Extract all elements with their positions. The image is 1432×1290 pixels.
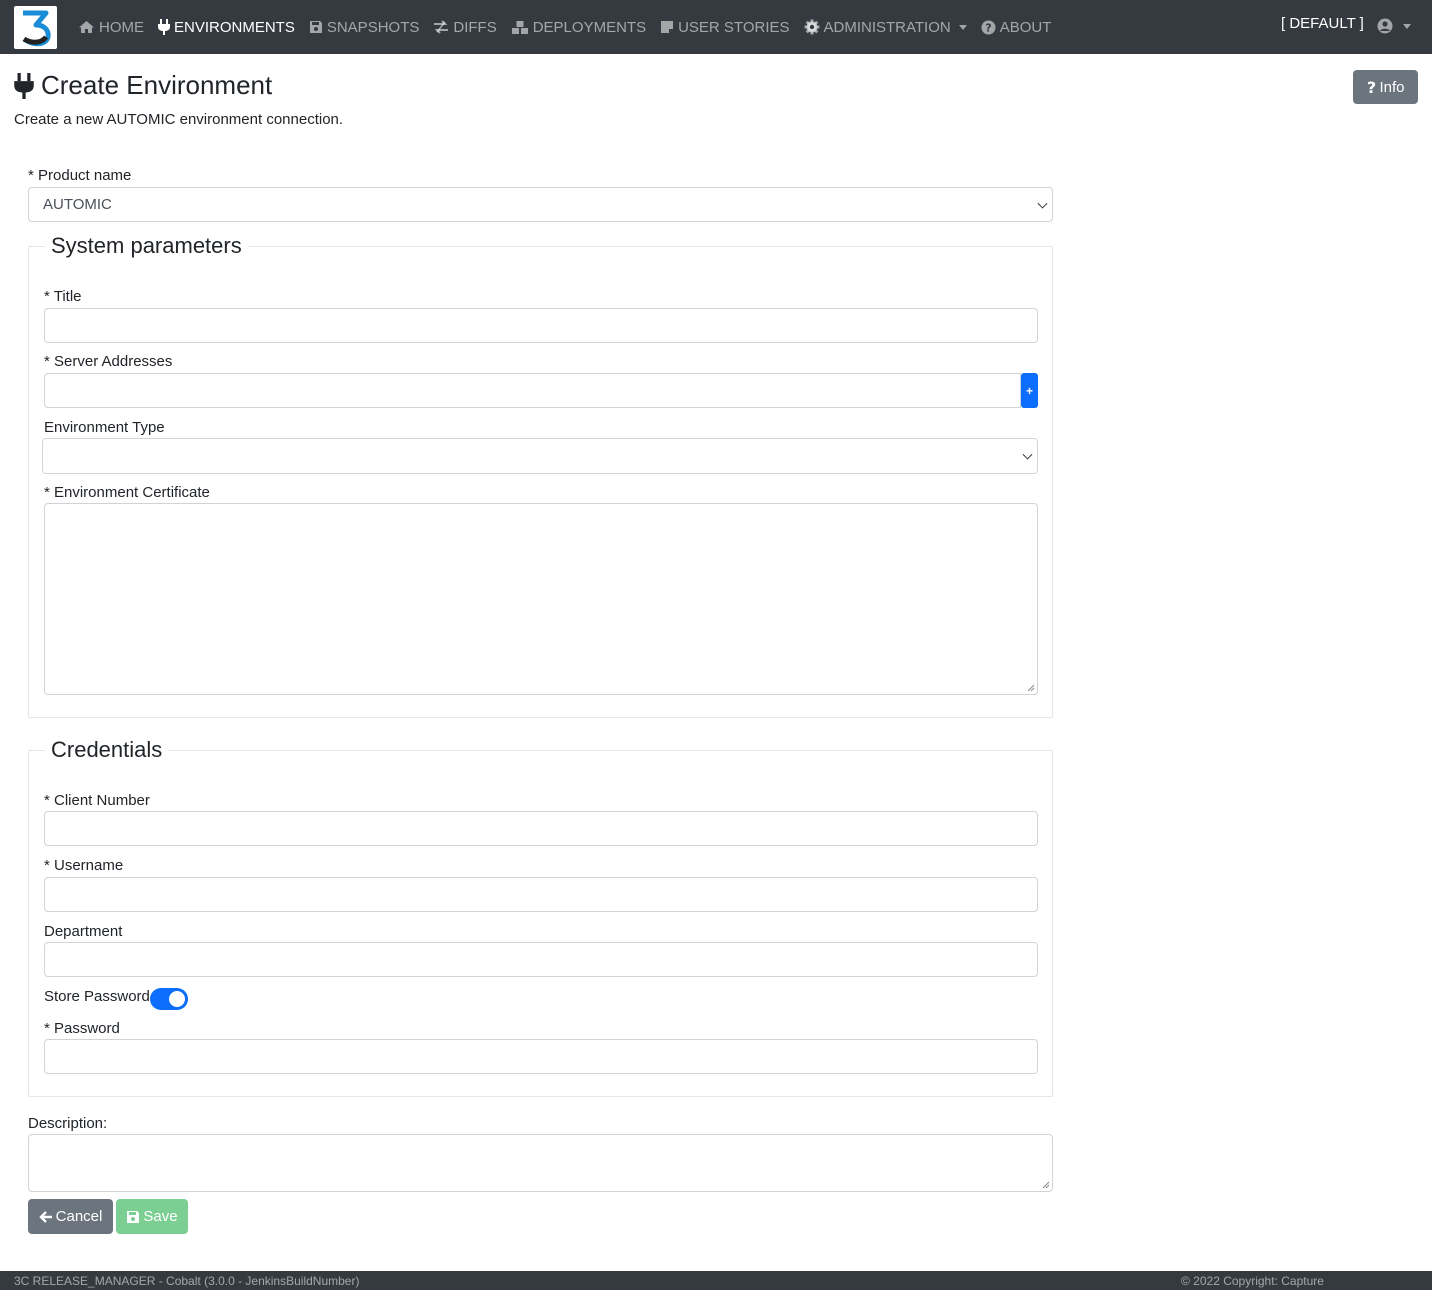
footer: 3C RELEASE_MANAGER - Cobalt (3.0.0 - Jen… (0, 1271, 1432, 1290)
product-name-label: * Product name (28, 167, 132, 184)
save-icon (309, 21, 322, 33)
cubes-icon (511, 20, 528, 34)
app-logo[interactable] (14, 6, 57, 49)
client-number-input[interactable] (44, 811, 1038, 846)
credentials-legend: Credentials (45, 737, 169, 763)
product-name-value: AUTOMIC (43, 196, 112, 213)
server-addresses-input[interactable] (44, 373, 1021, 408)
username-label: * Username (44, 857, 124, 874)
system-parameters-legend: System parameters (45, 233, 248, 259)
nav-deployments[interactable]: DEPLOYMENTS (511, 19, 646, 36)
nav-user-stories[interactable]: USER STORIES (660, 18, 790, 36)
user-circle-icon (1377, 18, 1393, 34)
environment-certificate-textarea[interactable] (44, 503, 1038, 695)
title-input[interactable] (44, 308, 1038, 343)
store-password-label: Store Password (44, 988, 150, 1005)
add-server-button[interactable]: + (1021, 373, 1038, 408)
nav-environments-label: ENVIRONMENTS (174, 18, 295, 36)
environment-type-label: Environment Type (44, 419, 165, 436)
store-password-toggle[interactable] (150, 988, 188, 1010)
nav-diffs[interactable]: DIFFS (433, 18, 497, 36)
cancel-button[interactable]: Cancel (28, 1199, 113, 1234)
nav-administration[interactable]: ADMINISTRATION (804, 19, 967, 36)
note-icon (661, 21, 674, 33)
top-navbar: HOME ENVIRONMENTS SNAPSHOTS DIFFS DEPLOY… (0, 0, 1432, 54)
product-name-select[interactable]: AUTOMIC (28, 187, 1053, 222)
nav-home[interactable]: HOME (78, 19, 144, 36)
nav-user-stories-label: USER STORIES (678, 18, 790, 36)
save-icon (127, 1210, 140, 1223)
department-input[interactable] (44, 942, 1038, 977)
chevron-down-icon (1403, 23, 1411, 29)
info-button-label: Info (1379, 78, 1405, 96)
page-subtitle: Create a new AUTOMIC environment connect… (14, 111, 344, 128)
footer-version: 3C RELEASE_MANAGER - Cobalt (3.0.0 - Jen… (14, 1274, 360, 1288)
description-textarea[interactable] (28, 1134, 1053, 1192)
title-label: * Title (44, 288, 82, 305)
question-circle-icon: ? (981, 20, 996, 34)
password-input[interactable] (44, 1039, 1038, 1074)
nav-about-label: ABOUT (999, 18, 1052, 36)
toggle-knob (169, 991, 185, 1007)
environment-type-select[interactable] (42, 438, 1038, 474)
plug-icon (158, 19, 170, 35)
chevron-down-icon (958, 24, 967, 30)
nav-about[interactable]: ? ABOUT (981, 18, 1052, 36)
svg-text:?: ? (1367, 80, 1376, 95)
nav-environments[interactable]: ENVIRONMENTS (158, 19, 295, 36)
page-title: Create Environment (14, 70, 272, 101)
arrow-left-icon (38, 1210, 52, 1223)
description-label: Description: (28, 1115, 108, 1132)
user-menu[interactable] (1377, 18, 1411, 34)
cancel-button-label: Cancel (55, 1208, 103, 1225)
department-label: Department (44, 923, 123, 940)
plug-icon (14, 72, 34, 99)
info-button[interactable]: ? Info (1353, 70, 1418, 104)
home-icon (79, 21, 94, 33)
diff-icon (434, 20, 449, 34)
question-icon: ? (1367, 80, 1376, 95)
environment-certificate-label: * Environment Certificate (44, 484, 210, 501)
nav-snapshots[interactable]: SNAPSHOTS (309, 18, 420, 36)
resize-grip-icon[interactable] (1042, 1181, 1050, 1189)
save-button-label: Save (143, 1208, 178, 1225)
page-title-text: Create Environment (41, 70, 273, 100)
password-label: * Password (44, 1020, 120, 1037)
username-input[interactable] (44, 877, 1038, 912)
svg-text:?: ? (985, 21, 991, 34)
nav-home-label: HOME (99, 18, 144, 36)
footer-copyright: © 2022 Copyright: Capture (1181, 1274, 1324, 1288)
resize-grip-icon[interactable] (1027, 684, 1035, 692)
nav-administration-label: ADMINISTRATION (823, 18, 951, 36)
tenant-selector[interactable]: [ DEFAULT ] (1281, 15, 1364, 32)
nav-diffs-label: DIFFS (453, 18, 497, 36)
gear-icon (804, 19, 819, 35)
nav-snapshots-label: SNAPSHOTS (326, 18, 420, 36)
client-number-label: * Client Number (44, 792, 150, 809)
server-addresses-label: * Server Addresses (44, 353, 173, 370)
nav-deployments-label: DEPLOYMENTS (532, 18, 647, 36)
save-button[interactable]: Save (116, 1199, 188, 1234)
